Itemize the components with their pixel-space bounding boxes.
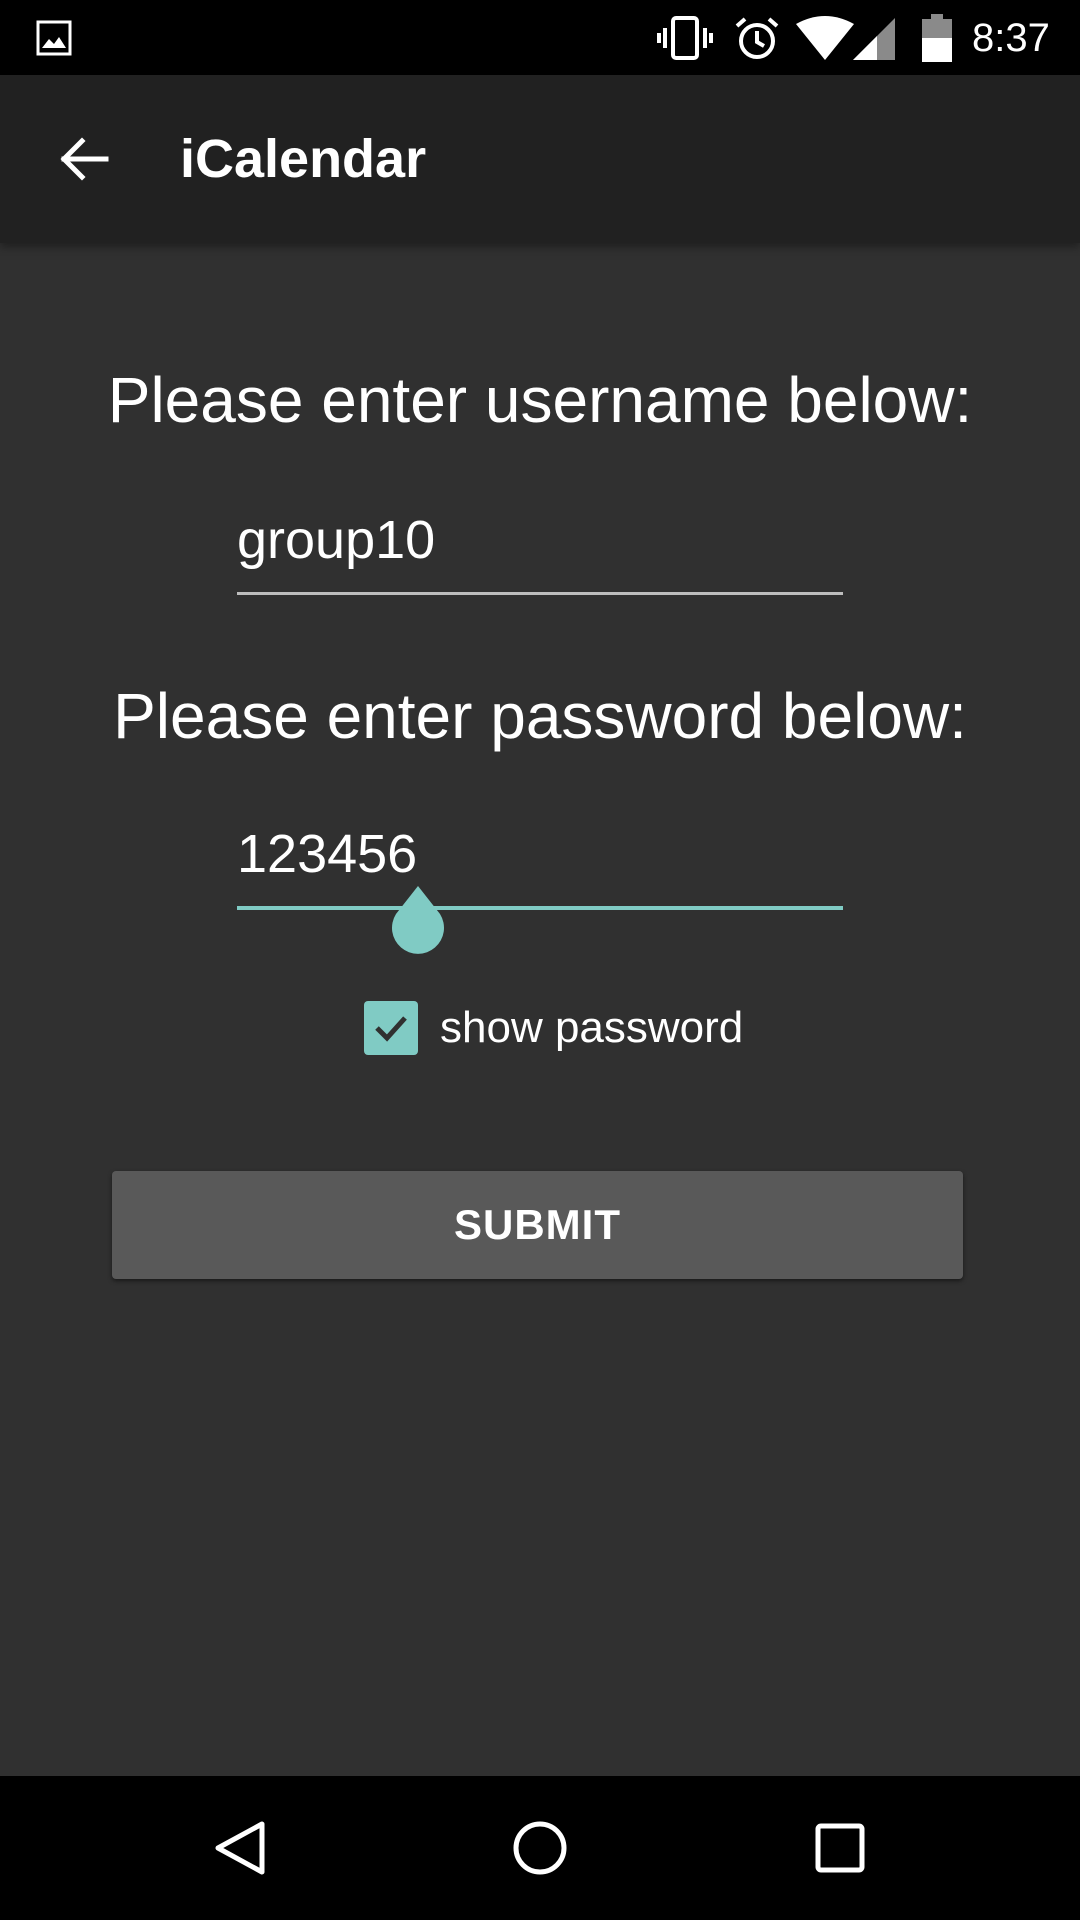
checkmark-icon [375,1016,407,1042]
password-input[interactable] [237,812,843,896]
password-label: Please enter password below: [113,680,967,752]
navigation-bar [0,1776,1080,1920]
show-password-label: show password [440,1003,744,1052]
gallery-icon [36,20,72,56]
back-button[interactable] [40,119,128,199]
submit-button[interactable]: SUBMIT [112,1171,963,1279]
signal-icon [853,18,895,60]
nav-home-button[interactable] [504,1812,576,1884]
vibrate-icon [657,16,713,60]
status-bar: 8:37 [0,0,1080,75]
nav-back-button[interactable] [204,1812,276,1884]
nav-recents-button[interactable] [804,1812,876,1884]
username-input[interactable] [237,498,843,582]
show-password-checkbox[interactable] [364,1001,418,1055]
app-bar: iCalendar [0,75,1080,243]
username-label: Please enter username below: [107,364,973,436]
alarm-icon [735,17,779,59]
username-underline [237,592,843,595]
home-circle-icon [513,1821,567,1875]
back-triangle-icon [215,1821,265,1875]
password-underline [237,906,843,910]
status-clock: 8:37 [972,16,1050,60]
show-password-checkbox-row[interactable]: show password [364,1000,743,1056]
wifi-icon [796,16,854,60]
page-title: iCalendar [180,129,427,189]
text-cursor-handle[interactable] [388,886,448,958]
recents-square-icon [815,1823,865,1873]
battery-icon [922,14,952,62]
screen: 8:37 iCalendar Please enter username bel… [0,0,1080,1920]
arrow-back-icon [60,137,109,181]
